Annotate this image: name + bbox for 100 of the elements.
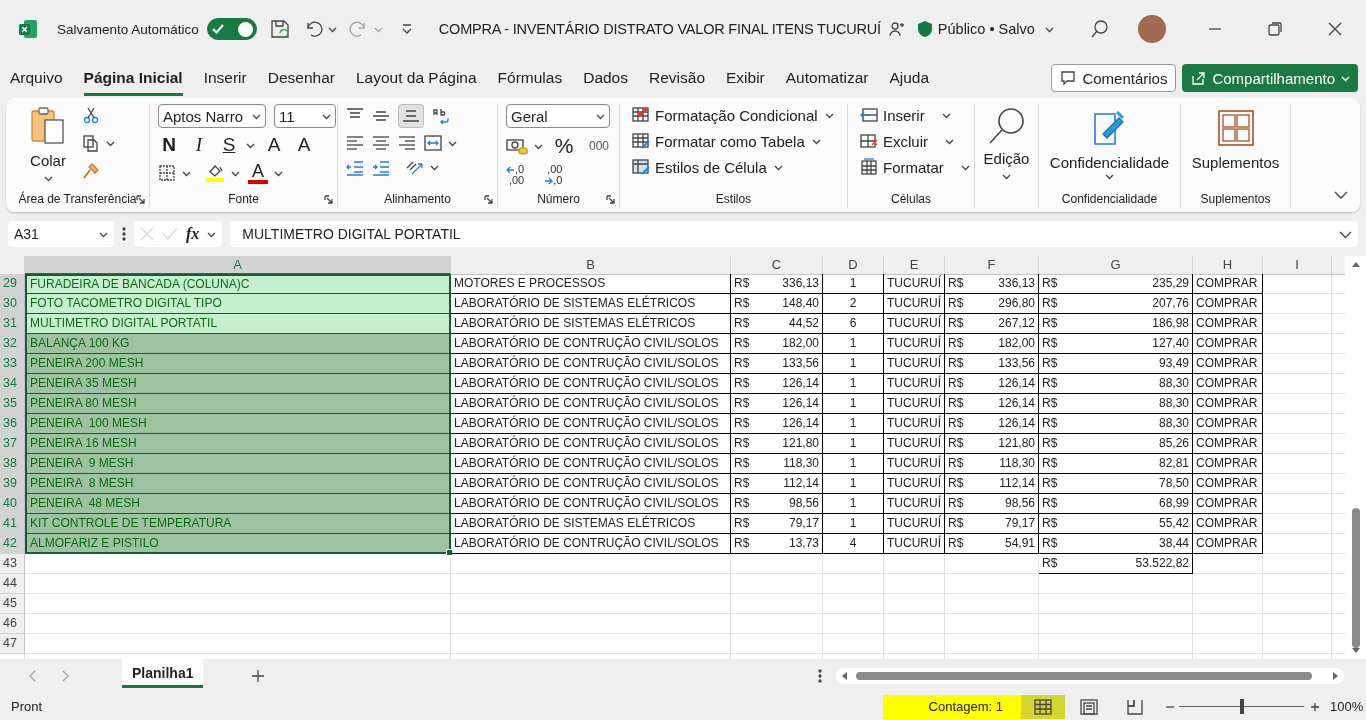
table-cell[interactable]: LABORATÓRIO DE CONTRUÇÃO CIVIL/SOLOS: [451, 474, 731, 494]
fill-color-icon[interactable]: [205, 163, 225, 183]
wrap-text-icon[interactable]: [432, 107, 450, 125]
caret-icon[interactable]: [99, 230, 108, 238]
caret-icon[interactable]: [252, 112, 261, 120]
table-cell[interactable]: KIT CONTROLE DE TEMPERATURA: [25, 514, 451, 534]
caret-icon[interactable]: [182, 169, 191, 177]
search-icon[interactable]: [1090, 19, 1110, 39]
table-cell[interactable]: TUCURUÍ: [884, 334, 945, 354]
table-cell[interactable]: LABORATÓRIO DE SISTEMAS ELÉTRICOS: [451, 294, 731, 314]
table-cell[interactable]: 4: [823, 534, 884, 554]
column-header[interactable]: H: [1193, 256, 1263, 275]
scroll-up-icon[interactable]: [1350, 260, 1361, 268]
italic-button[interactable]: I: [188, 134, 210, 156]
scroll-right-icon[interactable]: [1332, 671, 1340, 681]
table-cell[interactable]: LABORATÓRIO DE CONTRUÇÃO CIVIL/SOLOS: [451, 394, 731, 414]
caret-icon[interactable]: [1044, 25, 1054, 33]
table-cell[interactable]: 1: [823, 434, 884, 454]
table-cell[interactable]: 1: [823, 474, 884, 494]
share-button[interactable]: Compartilhamento: [1182, 64, 1358, 92]
table-cell[interactable]: LABORATÓRIO DE CONTRUÇÃO CIVIL/SOLOS: [451, 494, 731, 514]
thousands-button[interactable]: 000: [585, 139, 613, 153]
person-icon[interactable]: [888, 21, 905, 37]
save-icon[interactable]: [268, 18, 291, 40]
more-icon[interactable]: [818, 669, 822, 683]
table-cell[interactable]: 1: [823, 494, 884, 514]
row-header[interactable]: 44: [0, 574, 25, 594]
cells-menu-button[interactable]: Formatar: [860, 158, 970, 176]
table-cell[interactable]: MOTORES E PROCESSOS: [451, 274, 731, 294]
align-left-icon[interactable]: [346, 134, 364, 152]
sheet-tab[interactable]: Planilha1: [122, 658, 204, 688]
insert-function-button[interactable]: fx: [186, 225, 200, 243]
font-name-field[interactable]: Aptos Narro: [158, 104, 266, 128]
cells-menu-button[interactable]: Excluir: [860, 132, 970, 150]
caret-icon[interactable]: [1105, 173, 1114, 180]
row-header[interactable]: 35: [0, 394, 25, 414]
caret-icon[interactable]: [322, 112, 331, 120]
table-cell[interactable]: COMPRAR: [1193, 334, 1263, 354]
styles-menu-button[interactable]: Estilos de Célula: [632, 158, 834, 176]
column-header[interactable]: G: [1039, 256, 1193, 275]
table-cell[interactable]: LABORATÓRIO DE CONTRUÇÃO CIVIL/SOLOS: [451, 414, 731, 434]
align-center-icon[interactable]: [372, 134, 390, 152]
table-cell[interactable]: FOTO TACOMETRO DIGITAL TIPO: [25, 294, 451, 314]
view-button[interactable]: [1021, 694, 1065, 719]
table-cell[interactable]: LABORATÓRIO DE CONTRUÇÃO CIVIL/SOLOS: [451, 454, 731, 474]
table-cell[interactable]: TUCURUÍ: [884, 394, 945, 414]
dialog-launcher-icon[interactable]: [484, 195, 493, 204]
increase-decimal-button[interactable]: ,0 ,00: [506, 164, 525, 186]
column-header[interactable]: B: [451, 256, 731, 275]
font-size-field[interactable]: 11: [274, 104, 336, 128]
table-cell[interactable]: LABORATÓRIO DE CONTRUÇÃO CIVIL/SOLOS: [451, 354, 731, 374]
table-cell[interactable]: 1: [823, 274, 884, 294]
table-cell[interactable]: PENEIRA 200 MESH: [25, 354, 451, 374]
ribbon-tab[interactable]: Revisão: [649, 60, 705, 96]
zoom-in-icon[interactable]: [1310, 701, 1320, 712]
row-header[interactable]: 31: [0, 314, 25, 334]
table-cell[interactable]: LABORATÓRIO DE SISTEMAS ELÉTRICOS: [451, 514, 731, 534]
caret-icon[interactable]: [246, 141, 255, 149]
add-sheet-icon[interactable]: [251, 669, 266, 683]
table-cell[interactable]: COMPRAR: [1193, 354, 1263, 374]
document-status[interactable]: Público • Salvo: [937, 21, 1035, 37]
table-cell[interactable]: COMPRAR: [1193, 474, 1263, 494]
copy-icon[interactable]: [82, 134, 100, 152]
column-header[interactable]: C: [731, 256, 823, 275]
table-cell[interactable]: MULTIMETRO DIGITAL PORTATIL: [25, 314, 451, 334]
table-cell[interactable]: COMPRAR: [1193, 394, 1263, 414]
table-cell[interactable]: LABORATÓRIO DE CONTRUÇÃO CIVIL/SOLOS: [451, 374, 731, 394]
table-cell[interactable]: COMPRAR: [1193, 314, 1263, 334]
more-icon[interactable]: [122, 227, 126, 241]
row-header[interactable]: 29: [0, 274, 25, 294]
caret-icon[interactable]: [43, 175, 53, 182]
align-bottom-button[interactable]: [398, 104, 424, 128]
row-header[interactable]: 34: [0, 374, 25, 394]
collapse-ribbon-icon[interactable]: [1334, 190, 1348, 200]
table-cell[interactable]: COMPRAR: [1193, 434, 1263, 454]
table-cell[interactable]: 1: [823, 394, 884, 414]
row-header[interactable]: 46: [0, 614, 25, 634]
row-header[interactable]: 33: [0, 354, 25, 374]
decrease-indent-icon[interactable]: [346, 158, 364, 176]
table-cell[interactable]: 1: [823, 514, 884, 534]
table-cell[interactable]: LABORATÓRIO DE CONTRUÇÃO CIVIL/SOLOS: [451, 334, 731, 354]
caret-icon[interactable]: [231, 169, 240, 177]
table-cell[interactable]: COMPRAR: [1193, 534, 1263, 554]
table-cell[interactable]: COMPRAR: [1193, 514, 1263, 534]
paste-button[interactable]: Colar: [24, 104, 72, 184]
shield-icon[interactable]: [916, 20, 933, 38]
table-cell[interactable]: COMPRAR: [1193, 294, 1263, 314]
row-header[interactable]: 42: [0, 534, 25, 554]
scissors-icon[interactable]: [82, 106, 100, 124]
horizontal-scrollbar[interactable]: [836, 668, 1344, 684]
ribbon-tab[interactable]: Ajuda: [889, 60, 930, 96]
fill-handle[interactable]: [446, 549, 453, 556]
increase-indent-icon[interactable]: [372, 158, 390, 176]
table-cell[interactable]: TUCURUÍ: [884, 454, 945, 474]
add-ins-button[interactable]: Suplementos: [1187, 104, 1284, 173]
row-header[interactable]: 30: [0, 294, 25, 314]
formula-field[interactable]: MULTIMETRO DIGITAL PORTATIL: [230, 221, 1358, 247]
scroll-thumb[interactable]: [1351, 508, 1360, 648]
percent-button[interactable]: %: [551, 134, 577, 158]
cells-menu-button[interactable]: Inserir: [860, 106, 970, 124]
